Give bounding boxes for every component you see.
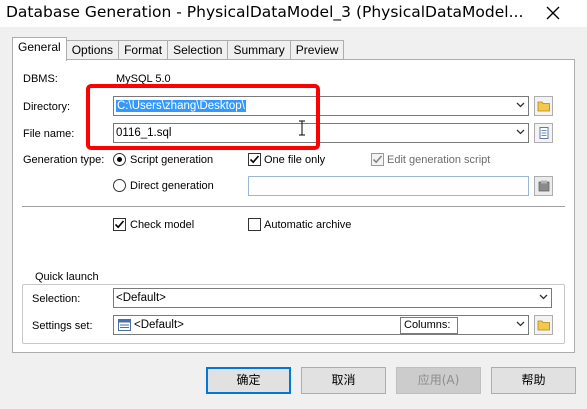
apply-button[interactable]: 应用(A) — [396, 367, 481, 394]
check-model-checkbox[interactable] — [113, 218, 126, 231]
direct-generation-source-input[interactable] — [248, 176, 529, 196]
edit-generation-script-checkbox[interactable] — [371, 153, 384, 166]
text-cursor-icon — [299, 120, 305, 136]
settings-set-label: Settings set: — [32, 320, 93, 332]
database-icon — [538, 180, 550, 192]
document-icon — [539, 127, 549, 139]
filename-value: 0116_1.sql — [116, 127, 172, 139]
filename-input[interactable]: 0116_1.sql — [113, 123, 529, 143]
checkmark-icon — [249, 155, 260, 164]
tab-summary[interactable]: Summary — [227, 40, 291, 61]
edit-generation-script-label: Edit generation script — [387, 154, 491, 166]
title-bar: Database Generation - PhysicalDataModel_… — [0, 0, 587, 27]
quick-launch-title: Quick launch — [32, 271, 102, 283]
tab-general[interactable]: General — [12, 37, 67, 61]
checkmark-icon — [372, 155, 383, 164]
tab-bar: General Options Format Selection Summary… — [12, 37, 345, 61]
direct-generation-radio[interactable] — [113, 179, 126, 192]
chevron-down-icon[interactable] — [539, 294, 548, 300]
generation-type-label: Generation type: — [23, 154, 105, 166]
automatic-archive-checkbox[interactable] — [248, 218, 261, 231]
cancel-button[interactable]: 取消 — [301, 367, 386, 394]
tab-options[interactable]: Options — [65, 40, 120, 61]
chevron-down-icon[interactable] — [516, 321, 525, 327]
dbms-value: MySQL 5.0 — [116, 73, 171, 85]
filename-label: File name: — [23, 128, 75, 140]
edit-file-button[interactable] — [534, 123, 553, 143]
checkmark-icon — [114, 220, 125, 229]
script-generation-label: Script generation — [130, 154, 214, 166]
one-file-only-checkbox[interactable] — [248, 153, 261, 166]
settings-set-dropdown[interactable]: <Default> — [113, 315, 529, 335]
help-button[interactable]: 帮助 — [491, 367, 576, 394]
separator — [22, 206, 565, 208]
settings-set-value: <Default> — [134, 319, 184, 331]
dbms-label: DBMS: — [23, 73, 58, 85]
one-file-only-label: One file only — [264, 154, 326, 166]
automatic-archive-label: Automatic archive — [264, 219, 352, 231]
window-title: Database Generation - PhysicalDataModel_… — [6, 3, 524, 21]
folder-icon — [537, 320, 550, 331]
check-model-label: Check model — [130, 219, 195, 231]
selection-value: <Default> — [116, 292, 166, 304]
folder-icon — [537, 101, 550, 112]
selection-dropdown[interactable]: <Default> — [113, 288, 552, 308]
close-icon[interactable] — [546, 6, 560, 20]
tab-preview[interactable]: Preview — [289, 40, 345, 61]
chevron-down-icon[interactable] — [516, 102, 525, 108]
columns-tooltip: Columns: — [400, 317, 458, 334]
script-generation-radio[interactable] — [113, 153, 126, 166]
tab-selection[interactable]: Selection — [167, 40, 229, 61]
directory-label: Directory: — [23, 101, 71, 113]
data-source-button[interactable] — [534, 176, 553, 196]
selection-label: Selection: — [32, 293, 81, 305]
direct-generation-label: Direct generation — [130, 180, 214, 192]
directory-value: C:\Users\zhang\Desktop\ — [116, 100, 246, 112]
browse-folder-button[interactable] — [534, 96, 553, 116]
settings-folder-button[interactable] — [534, 315, 553, 335]
directory-input[interactable]: C:\Users\zhang\Desktop\ — [113, 96, 529, 116]
tab-format[interactable]: Format — [118, 40, 169, 61]
ok-button[interactable]: 确定 — [206, 367, 291, 394]
settings-list-icon — [118, 319, 131, 331]
chevron-down-icon[interactable] — [516, 129, 525, 135]
